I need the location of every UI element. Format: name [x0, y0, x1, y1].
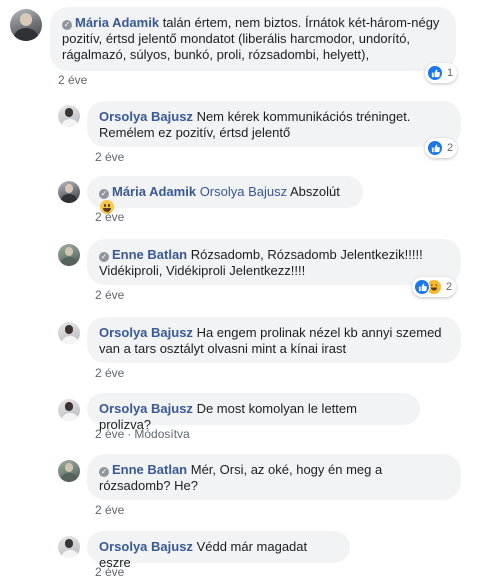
- reaction-count: 1: [447, 67, 454, 79]
- reaction-summary[interactable]: 1: [425, 63, 458, 83]
- comment-author[interactable]: Enne Batlan: [112, 462, 187, 477]
- avatar[interactable]: [58, 322, 80, 344]
- comment-author[interactable]: Mária Adamik: [112, 184, 196, 199]
- comment-bubble: ✓ Enne Batlan Mér, Orsi, az oké, hogy én …: [87, 454, 461, 500]
- comment-bubble: ✓ Mária Adamik talán értem, nem biztos. Í…: [50, 7, 456, 71]
- comment-text: Abszolút: [290, 184, 340, 199]
- reply-comment: ✓ Mária Adamik Orsolya Bajusz Abszolút 2 …: [0, 175, 493, 230]
- comment-author[interactable]: Orsolya Bajusz: [99, 401, 193, 416]
- avatar[interactable]: [58, 244, 80, 266]
- top-fan-check-icon: ✓: [99, 189, 109, 199]
- avatar[interactable]: [58, 105, 80, 127]
- separator-dot: ·: [127, 427, 132, 441]
- comment-meta: 2 éve: [95, 503, 124, 517]
- comment-meta: 2 éve · Módosítva: [95, 427, 190, 441]
- comment-time[interactable]: 2 éve: [95, 210, 124, 224]
- comment-author[interactable]: Orsolya Bajusz: [99, 539, 193, 554]
- comment-time[interactable]: 2 éve: [95, 366, 124, 380]
- avatar[interactable]: [10, 9, 42, 41]
- comment-bubble: Orsolya Bajusz Védd már magadat eszre: [87, 531, 350, 570]
- edited-label[interactable]: Módosítva: [134, 427, 189, 441]
- top-fan-check-icon: ✓: [99, 252, 109, 262]
- comment-author[interactable]: Orsolya Bajusz: [99, 325, 193, 340]
- comment-bubble: Orsolya Bajusz Ha engem prolinak nézel k…: [87, 317, 461, 363]
- comment-bubble: ✓ Mária Adamik Orsolya Bajusz Abszolút: [87, 176, 363, 214]
- reply-comment: Orsolya Bajusz Ha engem prolinak nézel k…: [0, 313, 493, 385]
- comment-bubble: Orsolya Bajusz De most komolyan le lette…: [87, 393, 420, 432]
- avatar[interactable]: [58, 460, 80, 482]
- reaction-count: 2: [446, 281, 453, 293]
- reply-comment: Orsolya Bajusz Nem kérek kommunikációs t…: [0, 95, 493, 170]
- reply-comment: ✓ Enne Batlan Mér, Orsi, az oké, hogy én …: [0, 452, 493, 524]
- reply-comment: Orsolya Bajusz De most komolyan le lette…: [0, 392, 493, 447]
- like-thumb-icon: [427, 65, 443, 81]
- comment-meta: 2 éve: [95, 210, 124, 224]
- reaction-summary[interactable]: 2: [425, 138, 458, 158]
- avatar[interactable]: [58, 181, 80, 203]
- comment-bubble: Orsolya Bajusz Nem kérek kommunikációs t…: [87, 101, 461, 147]
- comment-time[interactable]: 2 éve: [95, 150, 124, 164]
- reply-comment: Orsolya Bajusz Védd már magadat eszre 2 …: [0, 528, 493, 581]
- comment-time[interactable]: 2 éve: [95, 288, 124, 302]
- comment-meta: 2 éve: [95, 366, 124, 380]
- comment-author[interactable]: Mária Adamik: [75, 15, 159, 30]
- comment-meta: 2 éve: [95, 288, 124, 302]
- comment-meta: 2 éve: [95, 565, 124, 579]
- comment-meta: 2 éve: [95, 150, 124, 164]
- comment-author[interactable]: Orsolya Bajusz: [99, 109, 193, 124]
- mention-link[interactable]: Orsolya Bajusz: [200, 184, 287, 199]
- comment-meta: 2 éve: [58, 73, 87, 87]
- comment-time[interactable]: 2 éve: [95, 427, 124, 441]
- comment-time[interactable]: 2 éve: [95, 503, 124, 517]
- comment-time[interactable]: 2 éve: [58, 73, 87, 87]
- avatar[interactable]: [58, 536, 80, 558]
- reaction-count: 2: [447, 142, 454, 154]
- comment-bubble: ✓ Enne Batlan Rózsadomb, Rózsadomb Jelent…: [87, 239, 461, 285]
- avatar[interactable]: [58, 399, 80, 421]
- top-fan-check-icon: ✓: [99, 467, 109, 477]
- like-thumb-icon: [414, 279, 430, 295]
- comment-author[interactable]: Enne Batlan: [112, 247, 187, 262]
- like-thumb-icon: [427, 140, 443, 156]
- reply-comment: ✓ Enne Batlan Rózsadomb, Rózsadomb Jelent…: [0, 235, 493, 305]
- comment-time[interactable]: 2 éve: [95, 565, 124, 579]
- top-fan-check-icon: ✓: [62, 20, 72, 30]
- comment: ✓ Mária Adamik talán értem, nem biztos. Í…: [0, 0, 493, 90]
- reaction-summary[interactable]: 2: [412, 277, 457, 297]
